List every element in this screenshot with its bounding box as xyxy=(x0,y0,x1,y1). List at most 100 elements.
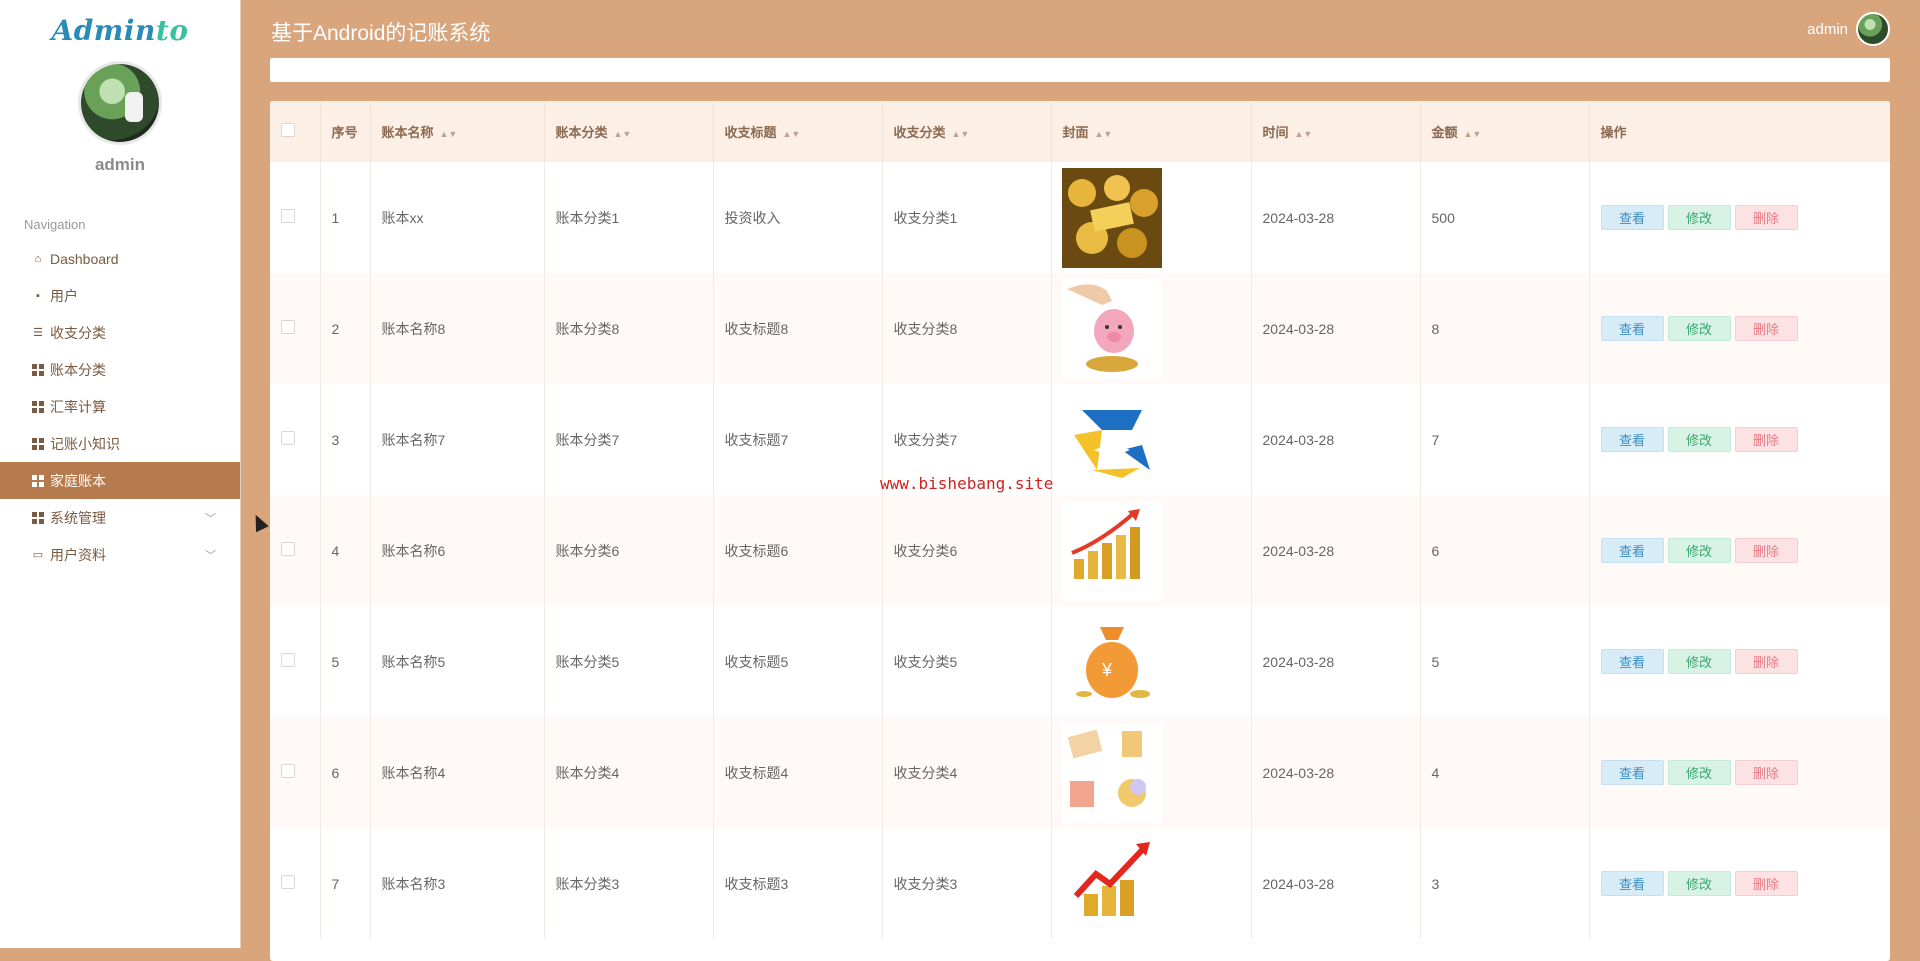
view-button[interactable]: 查看 xyxy=(1600,316,1664,341)
user-avatar[interactable] xyxy=(78,61,162,145)
column-header[interactable]: 金额 ▲▼ xyxy=(1420,101,1590,162)
sidebar-item-tips[interactable]: 记账小知识 xyxy=(0,425,240,462)
sidebar-item-system[interactable]: 系统管理 ﹀ xyxy=(0,499,240,536)
column-header[interactable]: 收支分类 ▲▼ xyxy=(882,101,1052,162)
delete-button[interactable]: 删除 xyxy=(1734,316,1798,341)
delete-button[interactable]: 删除 xyxy=(1734,760,1798,785)
sidebar-item-book-category[interactable]: 账本分类 xyxy=(0,351,240,388)
row-select-cell[interactable] xyxy=(270,606,321,717)
cover-image[interactable]: ¥ xyxy=(1061,611,1250,712)
sort-icon[interactable]: ▲▼ xyxy=(614,129,632,139)
sort-icon[interactable]: ▲▼ xyxy=(952,129,970,139)
edit-button[interactable]: 修改 xyxy=(1667,871,1731,896)
delete-button[interactable]: 删除 xyxy=(1734,649,1798,674)
sort-icon[interactable]: ▲▼ xyxy=(1464,129,1482,139)
sidebar-item-dashboard[interactable]: ⌂ Dashboard xyxy=(0,240,240,277)
cover-image[interactable] xyxy=(1061,722,1250,823)
row-select-cell[interactable] xyxy=(270,162,321,273)
cell-title: 收支标题6 xyxy=(713,495,883,606)
cover-image[interactable] xyxy=(1061,500,1250,601)
page-title: 基于Android的记账系统 xyxy=(271,22,491,45)
edit-button[interactable]: 修改 xyxy=(1667,205,1731,230)
edit-button[interactable]: 修改 xyxy=(1667,538,1731,563)
sidebar-item-profile[interactable]: ▭ 用户资料 ﹀ xyxy=(0,536,240,573)
table-row: 3 账本名称7 账本分类7 收支标题7 收支分类7 2024-03-28 7 查看 修改 删除 xyxy=(270,384,1890,495)
sort-icon[interactable]: ▲▼ xyxy=(440,129,458,139)
row-checkbox[interactable] xyxy=(281,320,295,334)
cell-actions: 查看 修改 删除 xyxy=(1589,828,1890,939)
cell-amount: 7 xyxy=(1420,384,1590,495)
row-select-cell[interactable] xyxy=(270,495,321,606)
row-checkbox[interactable] xyxy=(281,875,295,889)
edit-button[interactable]: 修改 xyxy=(1667,760,1731,785)
cell-book-name: 账本名称6 xyxy=(370,495,545,606)
cover-image[interactable] xyxy=(1061,833,1250,934)
row-checkbox[interactable] xyxy=(281,542,295,556)
edit-button[interactable]: 修改 xyxy=(1667,316,1731,341)
delete-button[interactable]: 删除 xyxy=(1734,871,1798,896)
cell-actions: 查看 修改 删除 xyxy=(1589,384,1890,495)
cell-actions: 查看 修改 删除 xyxy=(1589,717,1890,828)
row-select-cell[interactable] xyxy=(270,717,321,828)
header-user-menu[interactable]: admin xyxy=(1807,12,1890,46)
sidebar-item-income-category[interactable]: ☰ 收支分类 xyxy=(0,314,240,351)
table-row: 2 账本名称8 账本分类8 收支标题8 收支分类8 2024-03-28 8 查看 修改 删除 xyxy=(270,273,1890,384)
select-all-header[interactable] xyxy=(270,101,321,162)
cover-image[interactable] xyxy=(1061,389,1250,490)
cover-image[interactable] xyxy=(1061,278,1250,379)
delete-button[interactable]: 删除 xyxy=(1734,427,1798,452)
column-header[interactable]: 账本名称 ▲▼ xyxy=(370,101,545,162)
header-avatar[interactable] xyxy=(1856,12,1890,46)
column-header: 操作 xyxy=(1589,101,1890,162)
sort-icon[interactable]: ▲▼ xyxy=(1095,129,1113,139)
grid-icon xyxy=(32,474,44,487)
sidebar-item-label: Dashboard xyxy=(50,250,119,267)
view-button[interactable]: 查看 xyxy=(1600,205,1664,230)
row-checkbox[interactable] xyxy=(281,764,295,778)
row-select-cell[interactable] xyxy=(270,828,321,939)
row-checkbox[interactable] xyxy=(281,209,295,223)
cell-no: 6 xyxy=(320,717,371,828)
view-button[interactable]: 查看 xyxy=(1600,760,1664,785)
sidebar-item-label: 家庭账本 xyxy=(50,472,106,489)
view-button[interactable]: 查看 xyxy=(1600,649,1664,674)
search-bar[interactable] xyxy=(270,58,1890,82)
cell-title: 收支标题7 xyxy=(713,384,883,495)
sidebar-item-label: 收支分类 xyxy=(50,324,106,341)
cell-income-category: 收支分类4 xyxy=(882,717,1052,828)
row-checkbox[interactable] xyxy=(281,653,295,667)
column-header[interactable]: 封面 ▲▼ xyxy=(1051,101,1252,162)
sidebar-item-family-book[interactable]: 家庭账本 xyxy=(0,462,240,499)
select-all-checkbox[interactable] xyxy=(281,123,295,137)
view-button[interactable]: 查看 xyxy=(1600,871,1664,896)
svg-text:¥: ¥ xyxy=(1101,660,1113,680)
edit-button[interactable]: 修改 xyxy=(1667,649,1731,674)
cell-cover xyxy=(1051,828,1252,939)
cover-image[interactable] xyxy=(1061,167,1250,268)
sort-icon[interactable]: ▲▼ xyxy=(1295,129,1313,139)
cell-date: 2024-03-28 xyxy=(1251,606,1421,717)
sidebar-item-label: 记账小知识 xyxy=(50,435,120,452)
cell-book-category: 账本分类7 xyxy=(544,384,714,495)
sidebar-item-exchange-rate[interactable]: 汇率计算 xyxy=(0,388,240,425)
delete-button[interactable]: 删除 xyxy=(1734,205,1798,230)
sidebar-item-label: 用户 xyxy=(50,287,78,304)
column-header[interactable]: 时间 ▲▼ xyxy=(1251,101,1421,162)
view-button[interactable]: 查看 xyxy=(1600,427,1664,452)
row-checkbox[interactable] xyxy=(281,431,295,445)
row-select-cell[interactable] xyxy=(270,273,321,384)
sidebar-item-users[interactable]: ▪ 用户 xyxy=(0,277,240,314)
cell-no: 5 xyxy=(320,606,371,717)
table-row: 7 账本名称3 账本分类3 收支标题3 收支分类3 2024-03-28 3 查看 修改 删除 xyxy=(270,828,1890,939)
row-select-cell[interactable] xyxy=(270,384,321,495)
sort-icon[interactable]: ▲▼ xyxy=(783,129,801,139)
column-header[interactable]: 收支标题 ▲▼ xyxy=(713,101,883,162)
list-icon: ☰ xyxy=(33,327,43,339)
column-header[interactable]: 账本分类 ▲▼ xyxy=(544,101,714,162)
app-logo[interactable]: Adminto xyxy=(0,0,240,47)
column-header: 序号 xyxy=(320,101,371,162)
edit-button[interactable]: 修改 xyxy=(1667,427,1731,452)
view-button[interactable]: 查看 xyxy=(1600,538,1664,563)
delete-button[interactable]: 删除 xyxy=(1734,538,1798,563)
sidebar-item-label: 系统管理 xyxy=(50,509,106,526)
